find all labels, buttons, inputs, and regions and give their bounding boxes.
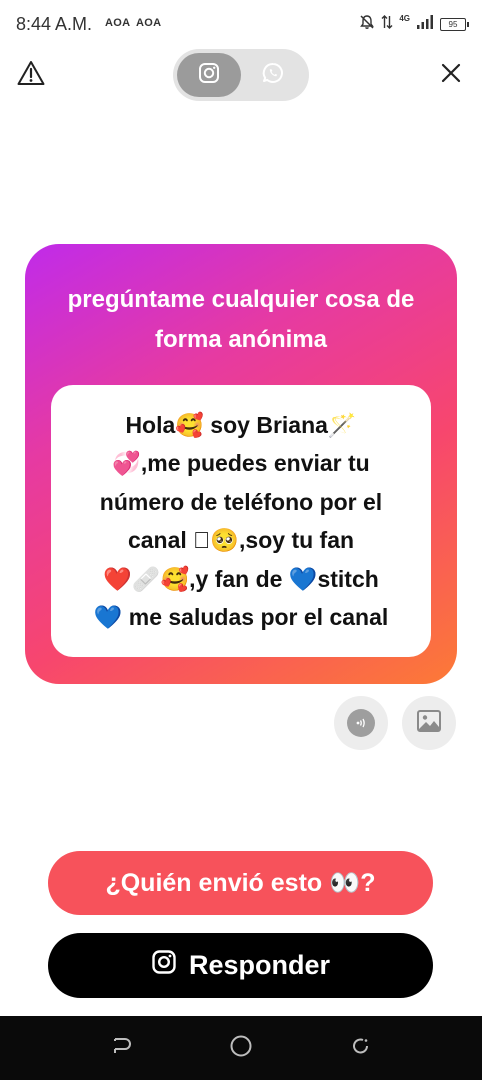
question-card: pregúntame cualquier cosa de forma anóni… [25,244,457,684]
instagram-icon [151,949,177,982]
status-icons: 4G 95 [359,13,469,35]
mute-bell-icon [359,14,375,35]
screen: 8:44 A.M. AOA AOA 4G 95 pregúntame cualq… [0,0,482,1080]
back-icon [110,1035,132,1062]
report-button[interactable] [14,58,48,92]
status-bar: 8:44 A.M. AOA AOA 4G 95 [0,0,482,46]
recent-apps-button[interactable] [347,1034,375,1062]
navigation-bar [0,1016,482,1080]
reply-label: Responder [188,950,331,980]
carrier-label-1: AOA [105,17,131,29]
back-button[interactable] [107,1034,135,1062]
signal-icon [416,14,434,35]
reply-button[interactable]: Responder [48,933,433,998]
card-title: pregúntame cualquier cosa de forma anóni… [67,286,415,353]
home-button[interactable] [227,1034,255,1062]
who-sent-button[interactable]: ¿Quién envió esto 👀? [48,851,433,915]
whatsapp-toggle[interactable] [241,53,305,97]
status-time: 8:44 A.M. [16,14,93,34]
image-icon [416,709,442,738]
instagram-icon [198,62,220,89]
message-text: Hola🥰 soy Briana🪄 💞,me puedes enviar tu … [93,411,389,631]
network-type: 4G [399,13,410,23]
warning-icon [17,60,45,91]
instagram-toggle[interactable] [177,53,241,97]
image-button[interactable] [402,696,456,750]
battery-icon: 95 [440,17,469,31]
carrier-label-2: AOA [136,17,162,29]
top-bar [0,46,482,104]
audio-icon [347,709,375,737]
whatsapp-icon [261,61,285,90]
platform-toggle [173,49,309,101]
audio-button[interactable] [334,696,388,750]
close-icon [441,63,461,88]
close-button[interactable] [434,58,468,92]
home-icon [229,1034,253,1063]
recent-apps-icon [350,1035,372,1062]
data-arrows-icon [381,14,393,35]
message-box: Hola🥰 soy Briana🪄 💞,me puedes enviar tu … [51,385,431,657]
